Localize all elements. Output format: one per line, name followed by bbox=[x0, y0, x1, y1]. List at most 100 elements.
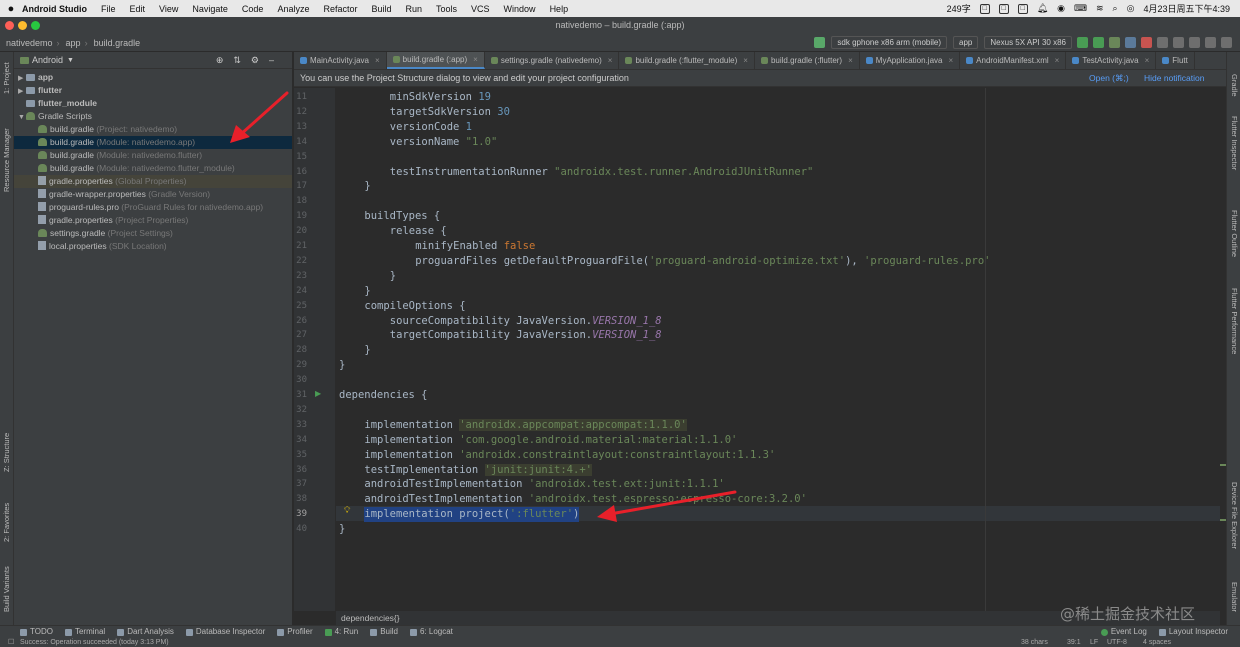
code-line[interactable]: testImplementation 'junit:junit:4.+' bbox=[364, 463, 592, 478]
wifi-icon[interactable]: ≋ bbox=[1096, 3, 1104, 14]
editor-tab[interactable]: MyApplication.java × bbox=[860, 52, 961, 69]
avd-manager-icon[interactable] bbox=[1173, 37, 1184, 48]
editor-tab[interactable]: MainActivity.java × bbox=[294, 52, 387, 69]
debug-icon[interactable] bbox=[1109, 37, 1120, 48]
notification-bell-icon[interactable]: 🔔︎ bbox=[1037, 3, 1048, 14]
code-line[interactable]: versionCode 1 bbox=[390, 120, 472, 135]
menu-navigate[interactable]: Navigate bbox=[192, 4, 228, 14]
tree-item[interactable]: build.gradle (Module: nativedemo.app) bbox=[14, 136, 292, 149]
code-line[interactable]: implementation 'androidx.constraintlayou… bbox=[364, 448, 775, 463]
stripe-emulator[interactable]: Emulator bbox=[1230, 582, 1239, 612]
gear-icon[interactable]: ⚙ bbox=[251, 55, 269, 65]
run-icon[interactable] bbox=[1077, 37, 1088, 48]
tree-item[interactable]: build.gradle (Module: nativedemo.flutter… bbox=[14, 162, 292, 175]
stripe-flutter-outline[interactable]: Flutter Outline bbox=[1230, 210, 1239, 257]
stripe-build-variants[interactable]: Build Variants bbox=[2, 566, 11, 612]
editor-tab[interactable]: build.gradle (:flutter_module) × bbox=[619, 52, 755, 69]
menu-refactor[interactable]: Refactor bbox=[323, 4, 357, 14]
run-config-selector[interactable]: app bbox=[953, 36, 979, 49]
close-tab-icon[interactable]: × bbox=[608, 52, 613, 69]
code-line[interactable]: buildTypes { bbox=[364, 209, 440, 224]
code-line[interactable]: minifyEnabled false bbox=[415, 239, 535, 254]
tree-item[interactable]: build.gradle (Module: nativedemo.flutter… bbox=[14, 149, 292, 162]
stripe-favorites[interactable]: 2: Favorites bbox=[2, 503, 11, 542]
menu-window[interactable]: Window bbox=[504, 4, 536, 14]
close-tab-icon[interactable]: × bbox=[948, 52, 953, 69]
stripe-device-file-explorer[interactable]: Device File Explorer bbox=[1230, 482, 1239, 549]
status-position[interactable]: 39:1 bbox=[1067, 638, 1081, 647]
collapse-all-icon[interactable]: ⇅ bbox=[233, 55, 251, 65]
search-icon[interactable]: ⌕ bbox=[1113, 3, 1118, 14]
ime-indicator[interactable]: 249字 bbox=[947, 2, 971, 15]
code-line[interactable]: androidTestImplementation 'androidx.test… bbox=[364, 477, 724, 492]
record-icon[interactable]: ◉ bbox=[1057, 3, 1065, 14]
apply-changes-icon[interactable] bbox=[1093, 37, 1104, 48]
editor-tab[interactable]: settings.gradle (nativedemo) × bbox=[485, 52, 620, 69]
code-line[interactable]: } bbox=[364, 179, 370, 194]
stripe-structure[interactable]: Z: Structure bbox=[2, 433, 11, 472]
editor-tab[interactable]: build.gradle (:app) × bbox=[386, 52, 485, 69]
siri-icon[interactable]: ◎ bbox=[1127, 3, 1135, 14]
clock-text[interactable]: 4月23日周五下午4:39 bbox=[1143, 2, 1230, 15]
menu-run[interactable]: Run bbox=[406, 4, 423, 14]
sync-gradle-icon[interactable] bbox=[1157, 37, 1168, 48]
status-indent[interactable]: 4 spaces bbox=[1143, 638, 1171, 647]
stripe-flutter-inspector[interactable]: Flutter Inspector bbox=[1230, 116, 1239, 170]
search-everywhere-icon[interactable] bbox=[1221, 37, 1232, 48]
tool-dart-analysis[interactable]: Dart Analysis bbox=[117, 626, 174, 638]
tool-logcat[interactable]: 6: Logcat bbox=[409, 626, 453, 638]
locate-file-icon[interactable]: ⊕ bbox=[216, 55, 234, 65]
menu-tools[interactable]: Tools bbox=[436, 4, 457, 14]
menu-code[interactable]: Code bbox=[242, 4, 264, 14]
code-line[interactable]: androidTestImplementation 'androidx.test… bbox=[364, 492, 807, 507]
menu-app-name[interactable]: Android Studio bbox=[22, 4, 87, 14]
breadcrumb-file[interactable]: build.gradle bbox=[94, 38, 141, 48]
code-line[interactable]: } bbox=[339, 522, 345, 537]
editor-tab[interactable]: TestActivity.java × bbox=[1066, 52, 1157, 69]
tree-item[interactable]: local.properties (SDK Location) bbox=[14, 240, 292, 253]
code-line[interactable]: sourceCompatibility JavaVersion.VERSION_… bbox=[390, 314, 662, 329]
build-hammer-icon[interactable] bbox=[814, 37, 826, 48]
tree-item[interactable]: ▶ flutter bbox=[14, 84, 292, 97]
menu-help[interactable]: Help bbox=[550, 4, 569, 14]
code-line[interactable]: targetSdkVersion 30 bbox=[390, 105, 510, 120]
status-line-separator[interactable]: LF bbox=[1090, 638, 1098, 647]
code-line[interactable]: } bbox=[364, 284, 370, 299]
code-line[interactable]: } bbox=[364, 343, 370, 358]
menu-analyze[interactable]: Analyze bbox=[277, 4, 309, 14]
lightbulb-icon[interactable]: 💡︎ bbox=[344, 505, 350, 516]
open-project-structure-link[interactable]: Open (⌘;) bbox=[1089, 70, 1129, 87]
stripe-gradle[interactable]: Gradle bbox=[1230, 74, 1239, 97]
stripe-project[interactable]: 1: Project bbox=[2, 62, 11, 94]
code-line[interactable]: compileOptions { bbox=[364, 299, 465, 314]
status-icon-3[interactable]: □ bbox=[1017, 3, 1028, 14]
menu-edit[interactable]: Edit bbox=[130, 4, 146, 14]
tree-item[interactable]: gradle-wrapper.properties (Gradle Versio… bbox=[14, 188, 292, 201]
stripe-resource-manager[interactable]: Resource Manager bbox=[2, 128, 11, 192]
tool-layout-inspector[interactable]: Layout Inspector bbox=[1158, 626, 1228, 638]
tree-item[interactable]: gradle.properties (Global Properties) bbox=[14, 175, 292, 188]
code-line[interactable]: } bbox=[339, 358, 345, 373]
menu-build[interactable]: Build bbox=[371, 4, 391, 14]
tree-item[interactable]: flutter_module bbox=[14, 97, 292, 110]
close-tab-icon[interactable]: × bbox=[848, 52, 853, 69]
stripe-flutter-performance[interactable]: Flutter Performance bbox=[1230, 288, 1239, 354]
zoom-window-icon[interactable] bbox=[31, 21, 40, 30]
close-tab-icon[interactable]: × bbox=[1145, 52, 1150, 69]
avd-selector[interactable]: Nexus 5X API 30 x86 bbox=[984, 36, 1072, 49]
tool-run[interactable]: 4: Run bbox=[324, 626, 358, 638]
tree-item[interactable]: proguard-rules.pro (ProGuard Rules for n… bbox=[14, 201, 292, 214]
editor-tab[interactable]: Flutt bbox=[1156, 52, 1195, 69]
menu-vcs[interactable]: VCS bbox=[471, 4, 490, 14]
apple-icon[interactable]: ● bbox=[0, 3, 22, 15]
tree-item[interactable]: settings.gradle (Project Settings) bbox=[14, 227, 292, 240]
tree-item[interactable]: build.gradle (Project: nativedemo) bbox=[14, 123, 292, 136]
keyboard-icon[interactable]: ⌨ bbox=[1074, 3, 1087, 14]
sdk-manager-icon[interactable] bbox=[1189, 37, 1200, 48]
editor-tab[interactable]: AndroidManifest.xml × bbox=[960, 52, 1067, 69]
status-icon-2[interactable]: □ bbox=[998, 3, 1009, 14]
code-line[interactable]: minSdkVersion 19 bbox=[390, 90, 491, 105]
device-selector[interactable]: sdk gphone x86 arm (mobile) bbox=[831, 36, 948, 49]
code-line[interactable]: dependencies { bbox=[339, 388, 428, 403]
code-line[interactable]: implementation 'com.google.android.mater… bbox=[364, 433, 737, 448]
